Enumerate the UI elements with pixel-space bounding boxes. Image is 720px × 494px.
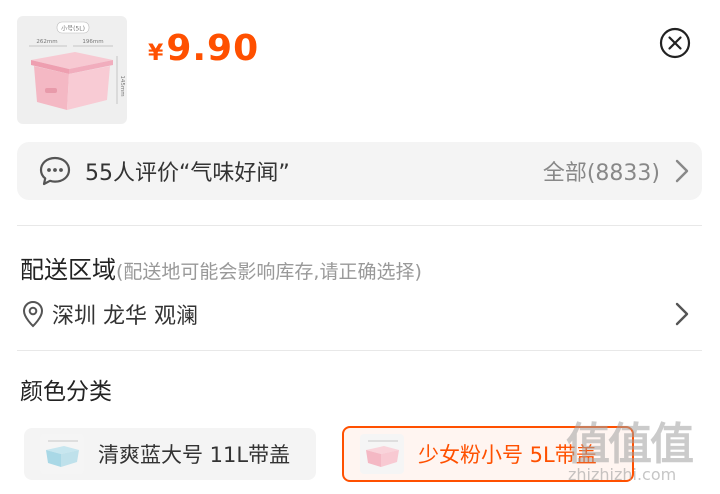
product-thumbnail[interactable]: 小号(5L) 262mm 196mm 145mm <box>17 16 127 124</box>
divider <box>17 225 702 226</box>
divider <box>17 350 702 351</box>
delivery-address: 深圳 龙华 观澜 <box>52 304 198 329</box>
currency-symbol: ¥ <box>148 41 164 66</box>
review-summary-bar[interactable]: 55人评价“气味好闻” 全部(8833) <box>17 142 702 200</box>
price: ¥ 9.90 <box>148 28 259 69</box>
color-section-title: 颜色分类 <box>20 379 112 405</box>
close-button[interactable] <box>658 26 692 60</box>
all-reviews-count: 全部(8833) <box>542 161 660 186</box>
review-summary-text: 55人评价“气味好闻” <box>85 161 290 186</box>
thumb-dim-width: 262mm <box>36 39 57 45</box>
delivery-section-header: 配送区域 (配送地可能会影响库存,请正确选择) <box>20 250 422 285</box>
delivery-hint: (配送地可能会影响库存,请正确选择) <box>116 261 422 283</box>
thumb-size-tag: 小号(5L) <box>61 25 85 33</box>
chevron-right-icon <box>675 302 689 326</box>
watermark-logo: 值值值 <box>566 419 694 470</box>
variant-thumbnail <box>360 434 404 474</box>
variant-thumbnail <box>40 434 84 474</box>
variant-label: 清爽蓝大号 11L带盖 <box>98 443 291 467</box>
price-value: 9.90 <box>166 28 260 69</box>
watermark-site: zhizhizhi.com <box>568 465 677 484</box>
chevron-right-icon <box>675 159 689 183</box>
delivery-title: 配送区域 <box>20 256 116 284</box>
delivery-location-row[interactable]: 深圳 龙华 观澜 <box>20 295 700 333</box>
thumb-dim-depth: 196mm <box>82 39 103 45</box>
close-icon <box>659 27 691 59</box>
product-image: 小号(5L) 262mm 196mm 145mm <box>29 21 125 110</box>
color-option-blue-large[interactable]: 清爽蓝大号 11L带盖 <box>24 428 316 480</box>
thumb-dim-height: 145mm <box>119 75 125 96</box>
chat-bubble-icon <box>39 156 71 186</box>
location-pin-icon <box>22 300 44 328</box>
